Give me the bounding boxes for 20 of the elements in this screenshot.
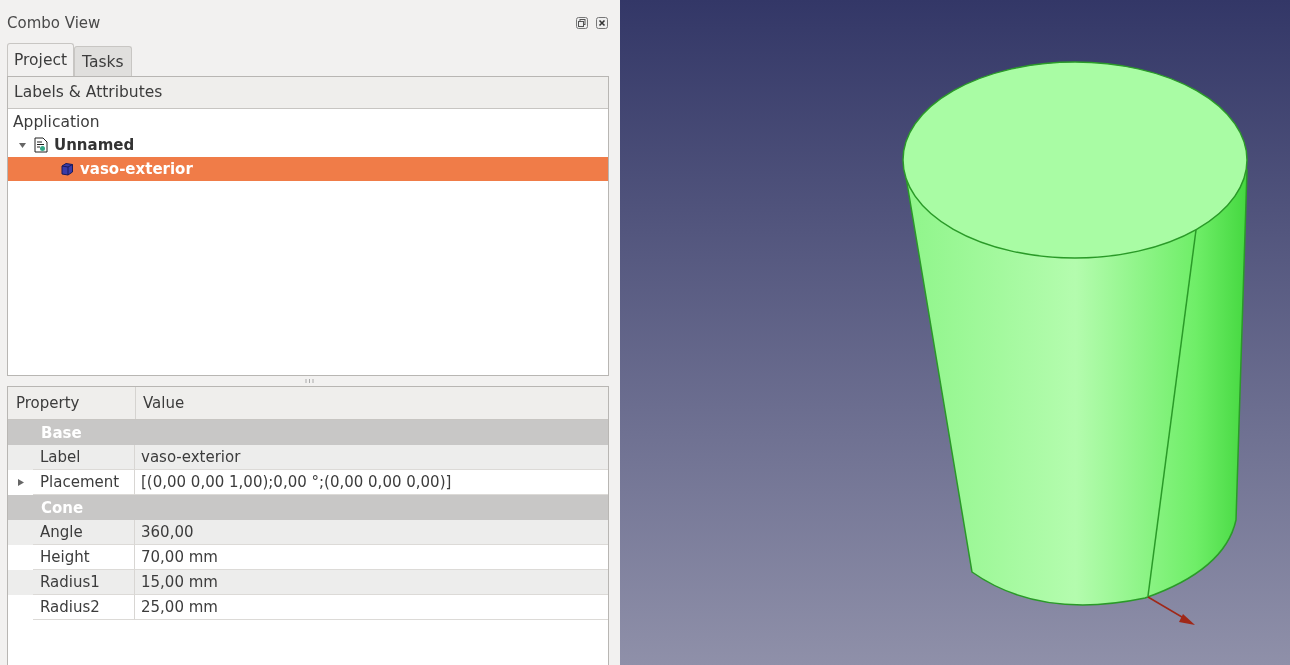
group-label: Cone [41,498,84,517]
float-icon[interactable] [576,17,588,29]
cube-icon [60,162,74,176]
close-icon[interactable] [596,17,608,29]
tab[interactable]: Tasks [74,46,132,76]
document-icon [34,137,48,153]
column-header[interactable]: Labels & Attributes [8,77,608,109]
column-header[interactable]: Property [8,387,136,419]
axis-arrow-icon [1147,596,1197,628]
panel-title: Combo View [7,14,101,32]
splitter-handle-icon[interactable] [305,379,314,383]
property-name: Radius2 [33,595,135,620]
expand-arrow-icon[interactable] [16,478,25,487]
tree-item[interactable]: Unnamed [8,133,608,157]
expand-arrow-icon[interactable] [17,140,27,150]
group-label: Base [41,423,82,442]
tab[interactable]: Project [7,43,75,76]
property-value[interactable]: 25,00 mm [135,595,608,620]
column-header[interactable]: Value [136,394,185,412]
tree-root-label: Application [13,113,100,131]
